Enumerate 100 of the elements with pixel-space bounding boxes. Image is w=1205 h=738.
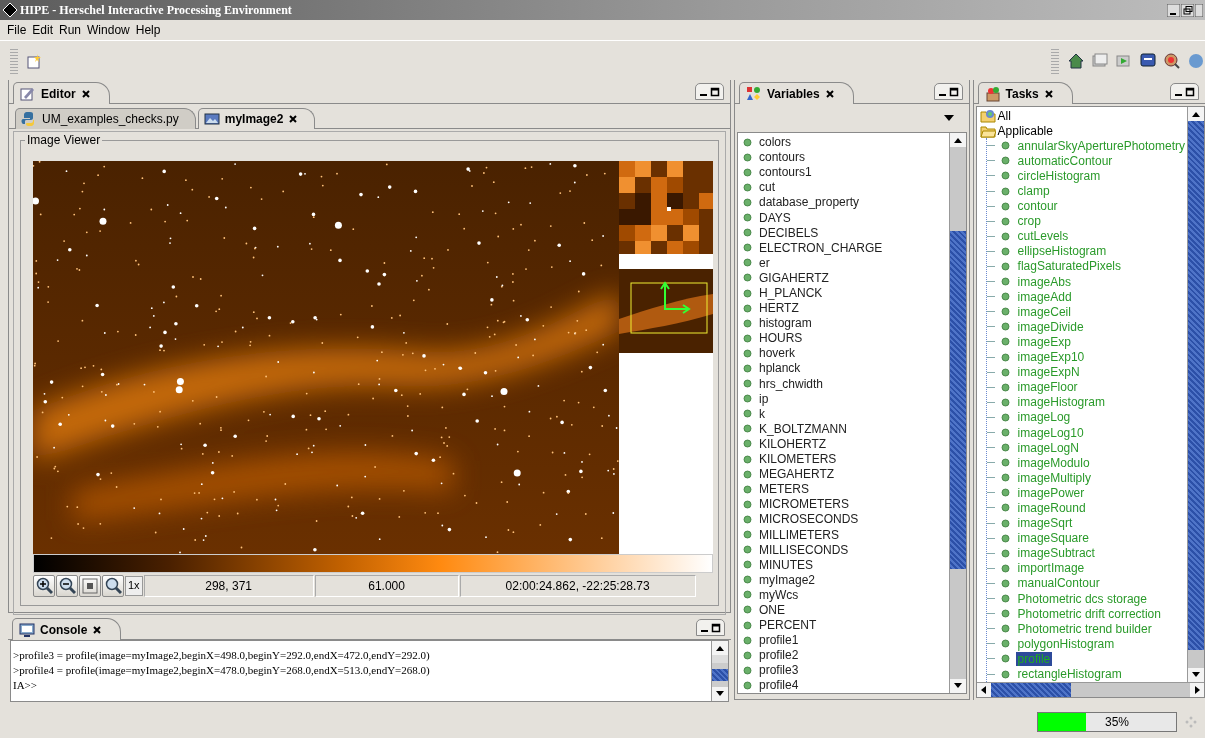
maximize-button[interactable] [1185,86,1195,97]
variable-item[interactable]: GIGAHERTZ [738,270,949,286]
magnifier-icon[interactable] [1163,51,1181,70]
menu-item[interactable]: Edit [29,23,57,37]
task-item[interactable]: Photometric trend builder [1015,621,1154,636]
task-item[interactable]: contour [1015,199,1060,214]
variable-item[interactable]: MILLIMETERS [738,526,949,543]
file-tab[interactable]: UM_examples_checks.py [15,108,196,129]
horizontal-scrollbar[interactable] [976,681,1204,697]
variable-item[interactable]: contours [738,149,949,165]
variable-item[interactable]: hoverk [738,345,949,361]
menu-item[interactable]: File [4,23,30,37]
task-item[interactable]: imagePower [1015,485,1087,500]
task-item[interactable]: circleHistogram [1015,168,1103,183]
minimize-window-button[interactable] [1167,3,1180,17]
variable-item[interactable]: ONE [738,602,949,618]
house-icon[interactable] [1067,51,1085,70]
restore-window-button[interactable] [1181,3,1194,17]
variable-item[interactable]: HERTZ [738,300,949,316]
task-item[interactable]: imageExp [1015,334,1073,349]
task-item[interactable]: Photometric dcs storage [1015,591,1149,606]
variable-item[interactable]: colors [738,134,949,150]
variable-item[interactable]: hrs_chwidth [738,376,949,392]
variable-item[interactable]: K_BOLTZMANN [738,421,949,437]
task-item[interactable]: imageLogN [1015,440,1081,455]
console-icon[interactable] [1139,51,1157,70]
vertical-scrollbar[interactable] [1187,107,1204,682]
task-item[interactable]: imageCeil [1015,304,1073,319]
variable-item[interactable]: H_PLANCK [738,285,949,301]
variable-item[interactable]: profile4 [738,677,949,693]
task-item[interactable]: automaticContour [1015,153,1115,168]
maximize-button[interactable] [948,86,959,97]
task-item[interactable]: imageDivide [1015,319,1086,334]
variable-item[interactable]: MINUTES [738,557,949,573]
variable-item[interactable]: MEGAHERTZ [738,466,949,482]
fit-button[interactable] [79,575,101,597]
panel-tab[interactable]: Variables [739,82,854,104]
task-item[interactable]: clamp [1015,184,1052,198]
task-item[interactable]: imageSquare [1015,531,1091,546]
variable-item[interactable]: contours1 [738,164,949,180]
variable-item[interactable]: HOURS [738,330,949,346]
variable-item[interactable]: er [738,255,949,271]
variable-item[interactable]: database_property [738,194,949,210]
variable-item[interactable]: DECIBELS [738,225,949,241]
task-item[interactable]: imageLog10 [1015,425,1086,440]
variable-item[interactable]: myImage2 [738,572,949,588]
variable-item[interactable]: MICROSECONDS [738,511,949,527]
task-item[interactable]: imageModulo [1015,455,1092,470]
task-item[interactable]: rectangleHistogram [1015,667,1124,681]
maximize-button[interactable] [711,622,721,633]
menu-item[interactable]: Run [56,23,85,37]
variable-item[interactable]: PERCENT [738,617,949,633]
task-item[interactable]: imageLog [1015,410,1073,425]
task-item[interactable]: imageAdd [1015,289,1074,304]
variable-item[interactable]: MILLISECONDS [738,542,949,558]
vertical-scrollbar[interactable] [948,132,966,693]
task-item[interactable]: imageFloor [1015,380,1080,395]
task-item[interactable]: imageAbs [1015,274,1073,289]
variable-item[interactable]: DAYS [738,210,949,226]
task-item[interactable]: imageExp10 [1015,350,1087,365]
task-item[interactable]: cutLevels [1015,229,1071,244]
variable-item[interactable]: KILOMETERS [738,451,949,467]
variable-item[interactable]: profile1 [738,632,949,648]
zoom-out-button[interactable] [56,575,78,597]
task-item[interactable]: ellipseHistogram [1015,244,1109,259]
variable-item[interactable]: k [738,406,949,422]
variable-item[interactable]: cut [738,179,949,195]
task-item[interactable]: crop [1015,214,1043,229]
dropdown-caret-icon[interactable] [942,112,955,123]
task-item[interactable]: imageSubtract [1015,546,1097,561]
zoom-in-button[interactable] [33,575,55,597]
task-item[interactable]: imageExpN [1015,365,1082,380]
task-item[interactable]: polygonHistogram [1015,636,1117,651]
menu-item[interactable]: Window [84,23,133,37]
panel-tab[interactable]: Editor [13,82,110,104]
variable-item[interactable]: hplanck [738,360,949,377]
task-item[interactable]: annularSkyAperturePhotometry [1015,138,1187,153]
task-item[interactable]: imageRound [1015,501,1088,515]
task-item[interactable]: Photometric drift correction [1015,606,1163,621]
task-item[interactable]: importImage [1015,561,1087,576]
variable-item[interactable]: histogram [738,315,949,331]
task-item[interactable]: imageHistogram [1015,395,1107,410]
variable-item[interactable]: ELECTRON_CHARGE [738,240,949,256]
task-item[interactable]: manualContour [1015,576,1102,591]
task-item[interactable]: imageSqrt [1015,516,1075,531]
variable-item[interactable]: MICROMETERS [738,496,949,512]
tree-folder[interactable]: All [976,108,1187,124]
tree-folder[interactable]: Applicable [976,123,1187,139]
panel-tab[interactable]: Console [12,618,122,640]
maximize-button[interactable] [710,86,720,97]
menu-item[interactable]: Help [132,23,164,37]
variable-item[interactable]: KILOHERTZ [738,436,949,452]
variable-item[interactable]: profile2 [738,647,949,663]
zoom-button[interactable] [102,575,124,597]
file-tab[interactable]: myImage2 [197,108,316,129]
variable-item[interactable]: profile3 [738,662,949,678]
variable-item[interactable]: METERS [738,481,949,497]
panel-tab[interactable]: Tasks [977,82,1073,104]
vertical-scrollbar[interactable] [711,641,728,701]
task-item[interactable]: flagSaturatedPixels [1015,259,1123,274]
